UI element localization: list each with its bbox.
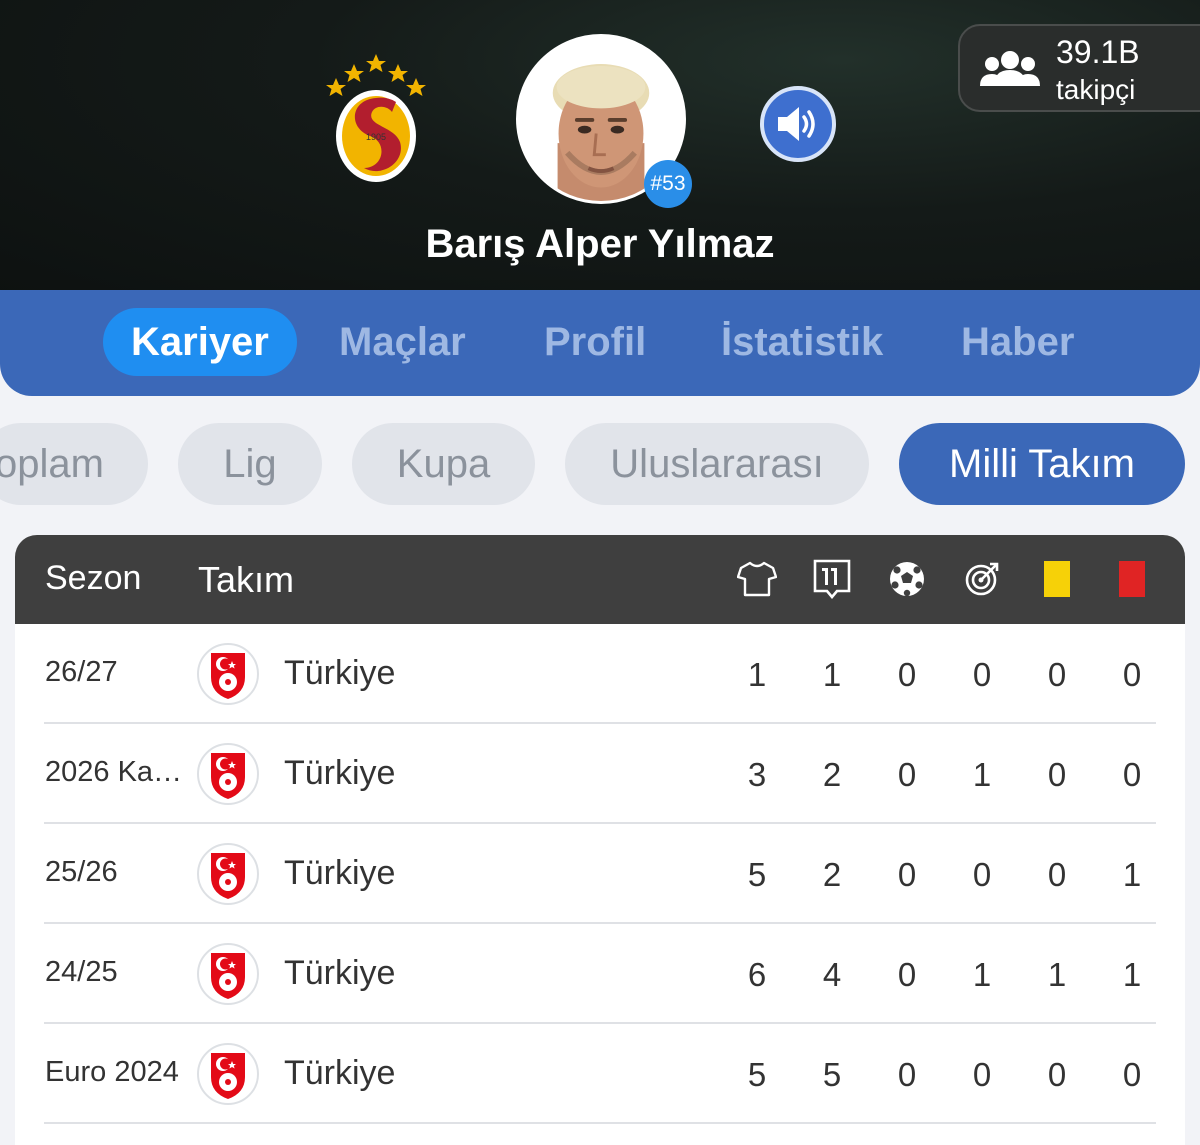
lineup-icon [812, 559, 852, 599]
followers-count: 39.1B [1056, 34, 1140, 70]
row-team: Türkiye [284, 754, 396, 792]
stat-yellow-cards: 0 [1047, 1056, 1067, 1093]
stat-yellow-cards: 0 [1047, 856, 1067, 893]
subtab-toplam[interactable]: Toplam [0, 423, 148, 505]
row-season: Euro 2024 [45, 1056, 179, 1088]
yellow-card-icon [1037, 559, 1077, 599]
stat-goals: 0 [897, 856, 917, 893]
stat-starts: 2 [822, 756, 842, 793]
tab-istatistik[interactable]: İstatistik [721, 308, 883, 376]
subtab-milli-takim[interactable]: Milli Takım [899, 423, 1185, 505]
subtab-lig[interactable]: Lig [178, 423, 322, 505]
stat-goals: 0 [897, 656, 917, 693]
followers-label: takipçi [1056, 74, 1136, 105]
subtab-kupa[interactable]: Kupa [352, 423, 535, 505]
table-row[interactable]: 24/25 Türkiye 6 4 0 1 1 1 [15, 924, 1185, 1024]
row-team: Türkiye [284, 1054, 396, 1092]
speaker-icon [778, 107, 815, 141]
stat-goals: 0 [897, 756, 917, 793]
subtab-uluslararasi[interactable]: Uluslararası [565, 423, 869, 505]
table-row[interactable]: 25/26 Türkiye 5 2 0 0 0 1 [15, 824, 1185, 924]
users-icon [980, 50, 1040, 95]
stat-appearances: 5 [747, 856, 767, 893]
stat-goals: 0 [897, 1056, 917, 1093]
stat-appearances: 6 [747, 956, 767, 993]
stat-yellow-cards: 1 [1047, 956, 1067, 993]
subtab-toplam-label: Toplam [0, 442, 104, 486]
tab-kariyer[interactable]: Kariyer [103, 308, 297, 376]
stat-red-cards: 1 [1122, 856, 1142, 893]
row-team: Türkiye [284, 654, 396, 692]
tab-maclar[interactable]: Maçlar [339, 308, 466, 376]
row-season: 25/26 [45, 856, 118, 888]
team-logo [197, 743, 259, 805]
followers-button[interactable]: 39.1B takipçi [958, 24, 1200, 112]
row-season: 24/25 [45, 956, 118, 988]
player-header: 1905 #53 Barış Alper Yılmaz 39.1B takipç… [0, 0, 1200, 300]
header-season: Sezon [45, 559, 142, 597]
club-logo[interactable]: 1905 [322, 50, 430, 186]
team-logo [197, 643, 259, 705]
sound-button[interactable] [760, 86, 836, 162]
stat-appearances: 3 [747, 756, 767, 793]
team-logo [197, 843, 259, 905]
stat-assists: 1 [972, 756, 992, 793]
table-row[interactable]: Euro 2024 Türkiye 5 5 0 0 0 0 [15, 1024, 1185, 1124]
stat-red-cards: 0 [1122, 656, 1142, 693]
row-team: Türkiye [284, 854, 396, 892]
stat-starts: 5 [822, 1056, 842, 1093]
club-logo-year: 1905 [366, 132, 386, 142]
shirt-icon [737, 559, 777, 599]
stat-assists: 0 [972, 656, 992, 693]
stat-assists: 0 [972, 1056, 992, 1093]
shirt-number-badge: #53 [644, 160, 692, 208]
stat-starts: 4 [822, 956, 842, 993]
stat-red-cards: 0 [1122, 1056, 1142, 1093]
player-name: Barış Alper Yılmaz [425, 222, 775, 266]
stat-appearances: 1 [747, 656, 767, 693]
stat-yellow-cards: 0 [1047, 656, 1067, 693]
assist-icon [962, 559, 1002, 599]
row-season: 26/27 [45, 656, 118, 688]
ball-icon [887, 559, 927, 599]
tab-haber[interactable]: Haber [961, 308, 1074, 376]
table-row[interactable]: 26/27 Türkiye 1 1 0 0 0 0 [15, 624, 1185, 724]
row-team: Türkiye [284, 954, 396, 992]
stat-appearances: 5 [747, 1056, 767, 1093]
stat-assists: 1 [972, 956, 992, 993]
row-divider [44, 1122, 1156, 1124]
stat-red-cards: 1 [1122, 956, 1142, 993]
tab-profil[interactable]: Profil [544, 308, 646, 376]
stat-assists: 0 [972, 856, 992, 893]
red-card-icon [1112, 559, 1152, 599]
table-header: Sezon Takım [15, 535, 1185, 624]
stat-starts: 2 [822, 856, 842, 893]
table-row[interactable]: 2026 Kan… Türkiye 3 2 0 1 0 0 [15, 724, 1185, 824]
row-season: 2026 Kan… [45, 756, 195, 788]
main-tab-bar: Kariyer Maçlar Profil İstatistik Haber [0, 290, 1200, 396]
header-team: Takım [198, 559, 295, 600]
stat-goals: 0 [897, 956, 917, 993]
team-logo [197, 943, 259, 1005]
stat-starts: 1 [822, 656, 842, 693]
team-logo [197, 1043, 259, 1105]
stat-yellow-cards: 0 [1047, 756, 1067, 793]
career-table: Sezon Takım 26/27 Türkiye 1 1 0 0 0 0 20… [15, 535, 1185, 1145]
stat-red-cards: 0 [1122, 756, 1142, 793]
